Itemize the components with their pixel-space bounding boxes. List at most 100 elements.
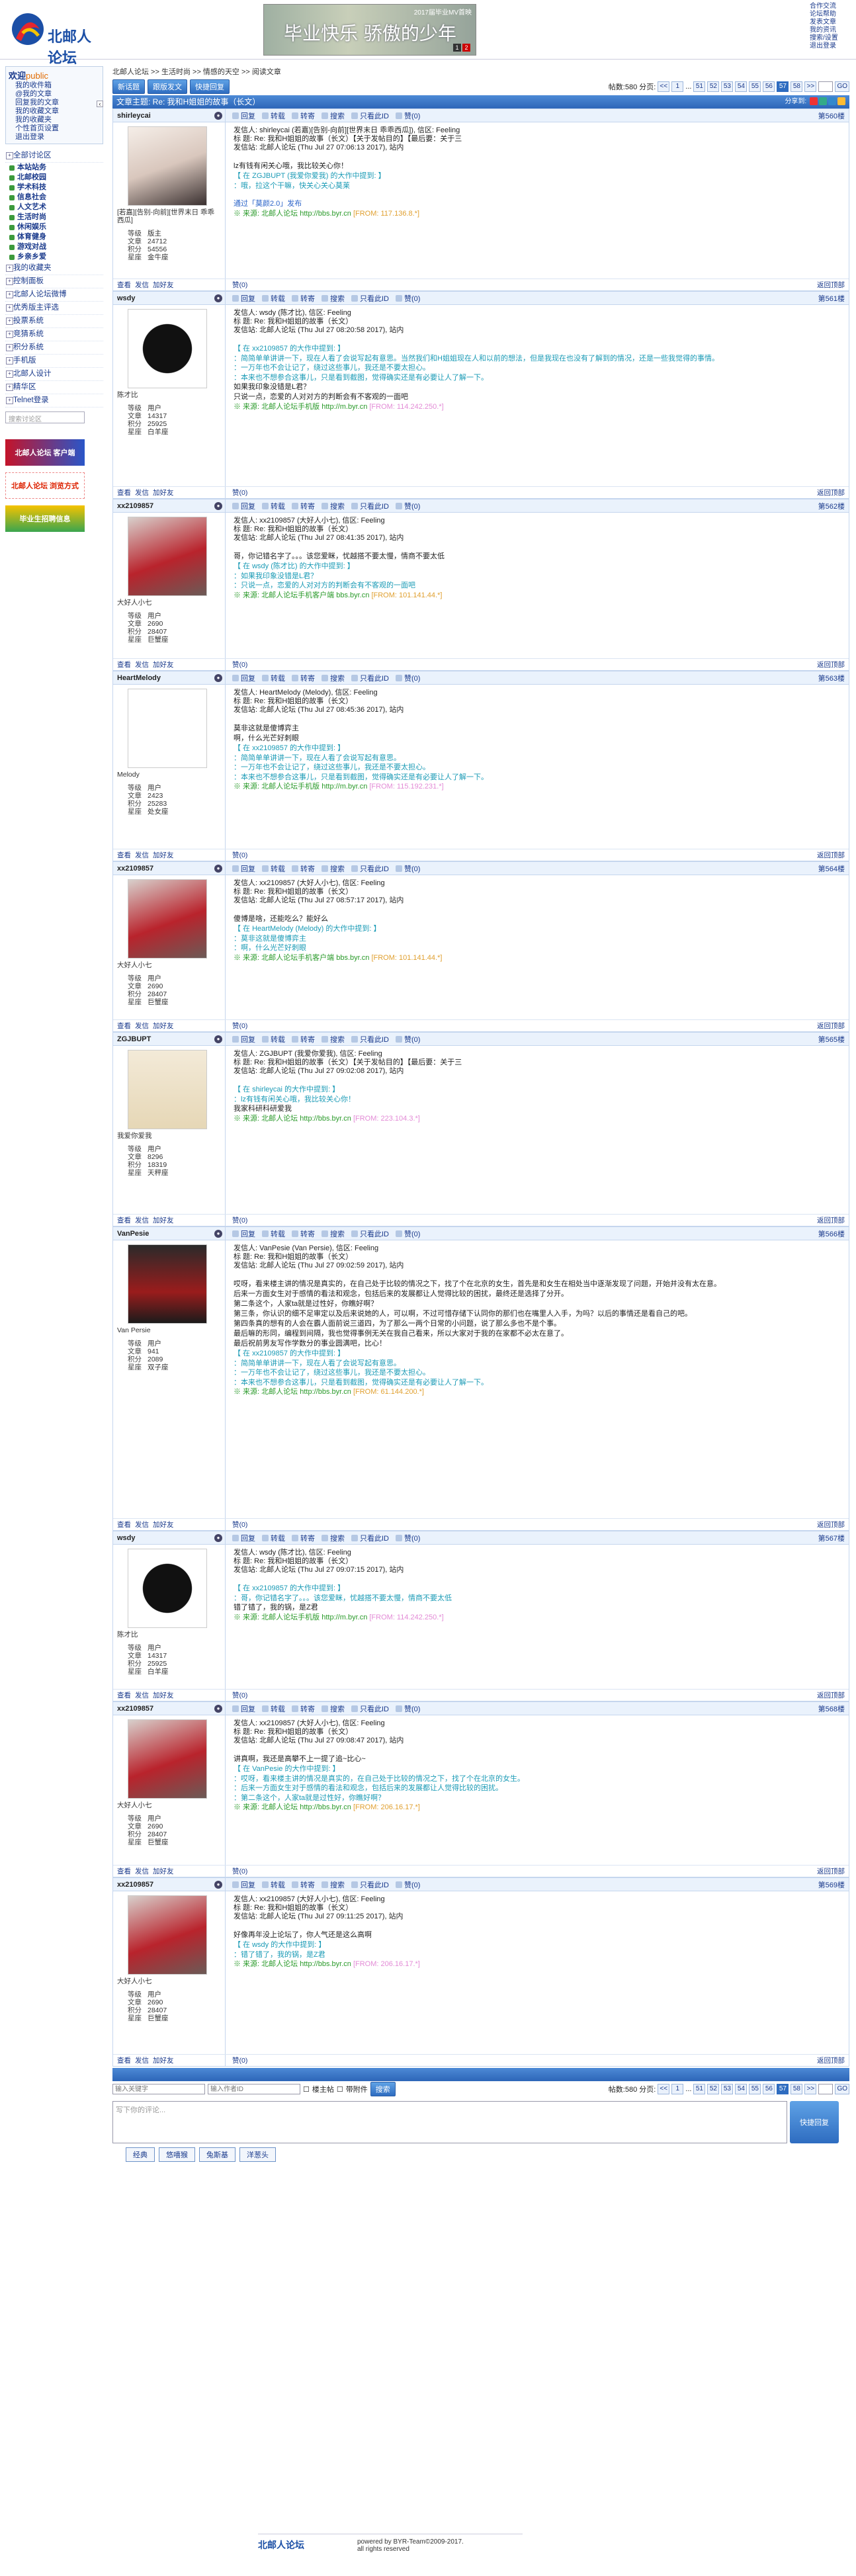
site-logo[interactable]: 北邮人论坛 bbox=[9, 9, 94, 67]
page-51[interactable]: 51 bbox=[693, 2084, 706, 2094]
user-action-0[interactable]: 查看 bbox=[117, 660, 131, 669]
post-author[interactable]: xx2109857 ● bbox=[113, 499, 226, 513]
nav-group-4[interactable]: 投票系统 bbox=[5, 315, 103, 328]
post-action-3[interactable]: 搜索 bbox=[321, 673, 345, 683]
link-at-me[interactable]: @我的文章 bbox=[9, 90, 100, 99]
nav-sub-2[interactable]: 学术科技 bbox=[5, 183, 103, 193]
banner-page-1[interactable]: 1 bbox=[453, 44, 461, 52]
welcome-user[interactable]: public bbox=[26, 71, 48, 81]
page-56[interactable]: 56 bbox=[763, 81, 775, 92]
page-go-button[interactable]: GO bbox=[835, 81, 849, 92]
user-action-1[interactable]: 发信 bbox=[135, 280, 149, 290]
post-author[interactable]: xx2109857 ● bbox=[113, 1877, 226, 1891]
page-58[interactable]: 58 bbox=[791, 2084, 803, 2094]
user-action-1[interactable]: 发信 bbox=[135, 1520, 149, 1529]
nav-group-7[interactable]: 手机版 bbox=[5, 355, 103, 368]
quick-reply-button[interactable]: 快捷回复 bbox=[190, 79, 230, 94]
ad-jobs[interactable]: 毕业生招聘信息 bbox=[5, 505, 85, 532]
nav-sub-8[interactable]: 游戏对战 bbox=[5, 242, 103, 252]
post-action-0[interactable]: 回复 bbox=[232, 1703, 255, 1714]
post-action-2[interactable]: 转寄 bbox=[292, 1034, 315, 1045]
like-button[interactable]: 赞(0) bbox=[232, 1021, 247, 1031]
page-53[interactable]: 53 bbox=[721, 2084, 734, 2094]
post-action-0[interactable]: 回复 bbox=[232, 110, 255, 121]
user-action-0[interactable]: 查看 bbox=[117, 2055, 131, 2065]
post-author[interactable]: xx2109857 ● bbox=[113, 1701, 226, 1715]
post-action-2[interactable]: 转寄 bbox=[292, 1703, 315, 1714]
post-action-5[interactable]: 赞(0) bbox=[396, 110, 420, 121]
top-link-help[interactable]: 论坛帮助 bbox=[810, 11, 849, 19]
post-action-5[interactable]: 赞(0) bbox=[396, 863, 420, 874]
like-button[interactable]: 赞(0) bbox=[232, 280, 247, 290]
post-action-4[interactable]: 只看此ID bbox=[351, 293, 389, 304]
user-action-2[interactable]: 加好友 bbox=[153, 1021, 174, 1031]
user-action-2[interactable]: 加好友 bbox=[153, 2055, 174, 2065]
user-action-1[interactable]: 发信 bbox=[135, 1690, 149, 1700]
user-action-2[interactable]: 加好友 bbox=[153, 488, 174, 497]
page-55[interactable]: 55 bbox=[749, 2084, 761, 2094]
page-55[interactable]: 55 bbox=[749, 81, 761, 92]
nav-all-boards[interactable]: 全部讨论区 bbox=[5, 150, 103, 163]
post-action-1[interactable]: 转载 bbox=[262, 110, 285, 121]
post-author[interactable]: ZGJBUPT ● bbox=[113, 1032, 226, 1046]
user-action-1[interactable]: 发信 bbox=[135, 850, 149, 860]
back-to-top-link[interactable]: 返回顶部 bbox=[817, 1215, 845, 1225]
post-action-4[interactable]: 只看此ID bbox=[351, 1533, 389, 1543]
post-action-3[interactable]: 搜索 bbox=[321, 293, 345, 304]
nav-sub-4[interactable]: 人文艺术 bbox=[5, 202, 103, 212]
post-action-1[interactable]: 转载 bbox=[262, 1228, 285, 1239]
post-action-2[interactable]: 转寄 bbox=[292, 1228, 315, 1239]
post-floor[interactable]: 第564楼 bbox=[818, 863, 845, 874]
nav-sub-9[interactable]: 乡亲乡爱 bbox=[5, 252, 103, 262]
nav-group-8[interactable]: 北邮人设计 bbox=[5, 368, 103, 381]
post-action-2[interactable]: 转寄 bbox=[292, 501, 315, 511]
user-action-1[interactable]: 发信 bbox=[135, 1021, 149, 1031]
post-action-2[interactable]: 转寄 bbox=[292, 1879, 315, 1890]
post-action-1[interactable]: 转载 bbox=[262, 1533, 285, 1543]
post-author[interactable]: HeartMelody ● bbox=[113, 671, 226, 685]
top-link-logout[interactable]: 退出登录 bbox=[810, 42, 849, 50]
post-floor[interactable]: 第560楼 bbox=[818, 110, 845, 121]
like-button[interactable]: 赞(0) bbox=[232, 1215, 247, 1225]
post-action-2[interactable]: 转寄 bbox=[292, 673, 315, 683]
user-action-0[interactable]: 查看 bbox=[117, 488, 131, 497]
emotion-tab-rabbit[interactable]: 兔斯基 bbox=[199, 2147, 235, 2162]
top-link-post[interactable]: 发表文章 bbox=[810, 19, 849, 26]
post-action-0[interactable]: 回复 bbox=[232, 673, 255, 683]
nav-group-10[interactable]: Telnet登录 bbox=[5, 394, 103, 408]
top-link-cooperate[interactable]: 合作交流 bbox=[810, 3, 849, 11]
link-home-settings[interactable]: 个性首页设置 bbox=[9, 124, 100, 133]
link-fav-articles[interactable]: 我的收藏文章 bbox=[9, 107, 100, 116]
page-54[interactable]: 54 bbox=[735, 81, 748, 92]
user-action-2[interactable]: 加好友 bbox=[153, 1866, 174, 1876]
post-action-0[interactable]: 回复 bbox=[232, 1533, 255, 1543]
post-action-3[interactable]: 搜索 bbox=[321, 1034, 345, 1045]
user-action-0[interactable]: 查看 bbox=[117, 280, 131, 290]
post-action-4[interactable]: 只看此ID bbox=[351, 110, 389, 121]
nav-sub-1[interactable]: 北邮校园 bbox=[5, 173, 103, 183]
back-to-top-link[interactable]: 返回顶部 bbox=[817, 1690, 845, 1700]
like-button[interactable]: 赞(0) bbox=[232, 660, 247, 669]
nav-group-3[interactable]: 优秀版主评选 bbox=[5, 302, 103, 315]
post-action-5[interactable]: 赞(0) bbox=[396, 501, 420, 511]
post-action-4[interactable]: 只看此ID bbox=[351, 863, 389, 874]
page-first[interactable]: << bbox=[658, 2084, 670, 2094]
author-input[interactable] bbox=[208, 2084, 300, 2094]
page-57[interactable]: 57 bbox=[777, 81, 789, 92]
post-action-0[interactable]: 回复 bbox=[232, 1879, 255, 1890]
post-action-3[interactable]: 搜索 bbox=[321, 1879, 345, 1890]
nav-sub-6[interactable]: 休闲娱乐 bbox=[5, 222, 103, 232]
post-author[interactable]: shirleycai ● bbox=[113, 108, 226, 122]
page-1[interactable]: 1 bbox=[671, 81, 684, 92]
attach-checkbox[interactable]: ☐ bbox=[337, 2085, 343, 2094]
emotion-tab-onion[interactable]: 洋葱头 bbox=[239, 2147, 276, 2162]
post-action-3[interactable]: 搜索 bbox=[321, 863, 345, 874]
post-action-5[interactable]: 赞(0) bbox=[396, 1034, 420, 1045]
page-last[interactable]: >> bbox=[804, 2084, 817, 2094]
post-author[interactable]: xx2109857 ● bbox=[113, 861, 226, 875]
post-action-3[interactable]: 搜索 bbox=[321, 1703, 345, 1714]
post-action-1[interactable]: 转载 bbox=[262, 673, 285, 683]
nav-sub-3[interactable]: 信息社会 bbox=[5, 193, 103, 202]
avatar[interactable] bbox=[128, 1244, 207, 1324]
search-button[interactable]: 搜索 bbox=[370, 2082, 396, 2096]
